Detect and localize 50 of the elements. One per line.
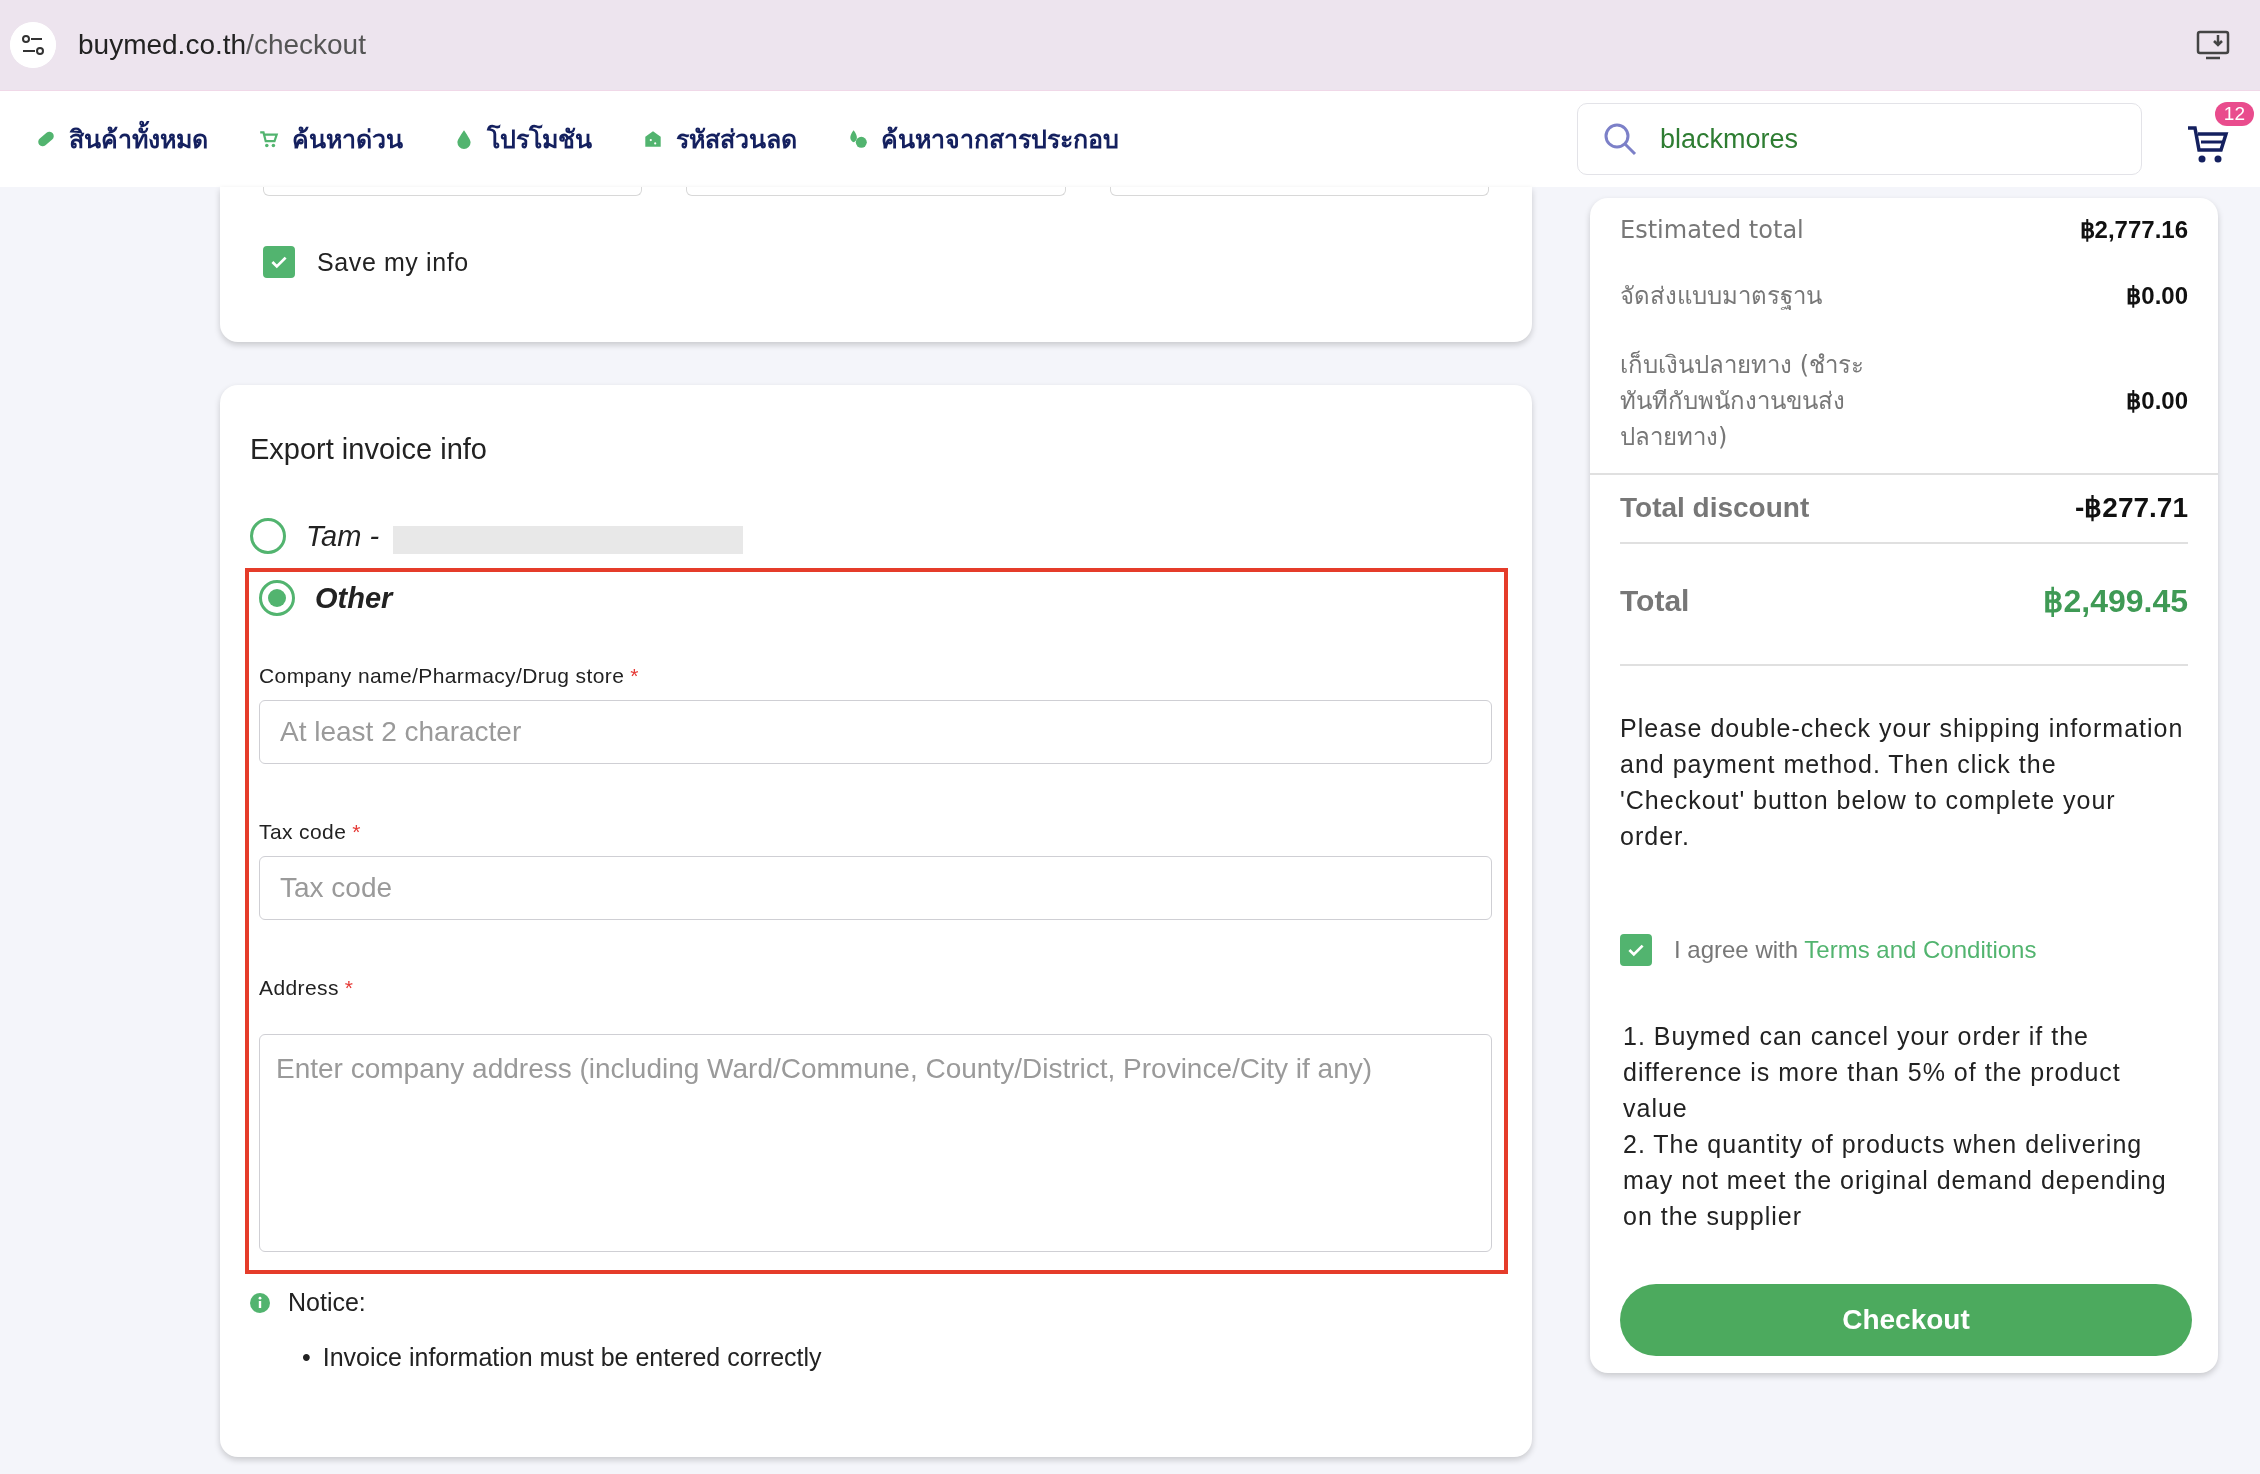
- summary-value: ฿2,777.16: [2079, 216, 2188, 244]
- summary-value: ฿0.00: [2126, 281, 2188, 310]
- summary-label: จัดส่งแบบมาตรฐาน: [1620, 281, 1822, 312]
- input-field[interactable]: At least 2 character: [259, 700, 1492, 764]
- summary-label: Total discount: [1620, 491, 1810, 524]
- summary-value: ฿0.00: [2126, 387, 2188, 415]
- checkbox-label: Save my info: [317, 247, 469, 277]
- option-label: Tam -: [306, 519, 380, 553]
- cart-count-badge: 12: [2214, 102, 2254, 126]
- section-title: Export invoice info: [250, 433, 488, 466]
- input-field[interactable]: [686, 187, 1066, 196]
- total-label: Total: [1620, 584, 1690, 618]
- required-mark: *: [352, 820, 361, 843]
- info-icon: [250, 1292, 270, 1313]
- field-label: Company name/Pharmacy/Drug store: [259, 664, 625, 687]
- required-mark: *: [344, 976, 354, 999]
- nav-link[interactable]: ค้นหาด่วน: [258, 119, 403, 159]
- input-field[interactable]: [1109, 187, 1489, 196]
- address-bar-url[interactable]: buymed.co.th/checkout: [78, 29, 366, 61]
- agree-text: I agree with Terms and Conditions: [1674, 936, 2037, 964]
- notice-item: Invoice information must be entered correctly: [322, 1343, 822, 1372]
- leaves-icon: [847, 128, 869, 150]
- nav-link[interactable]: สินค้าทั้งหมด: [35, 119, 208, 159]
- nav-link[interactable]: ค้นหาจากสารประกอบ: [847, 119, 1119, 159]
- cart-icon: [258, 128, 280, 150]
- field-label: Address: [259, 976, 339, 999]
- install-app-icon[interactable]: [2196, 29, 2232, 61]
- summary-value: -฿277.71: [2075, 491, 2188, 524]
- notice-title: Notice:: [288, 1288, 366, 1317]
- checkbox[interactable]: [263, 246, 295, 278]
- input-field[interactable]: Tax code: [259, 856, 1492, 920]
- nav-link[interactable]: โปรโมชัน: [453, 119, 592, 159]
- search-icon: [1602, 121, 1638, 157]
- nav-link[interactable]: รหัสส่วนลด: [642, 119, 797, 159]
- terms-note: 1. Buymed can cancel your order if the difference is more than 5% of the product value: [1623, 1021, 2122, 1124]
- required-mark: *: [630, 664, 639, 687]
- radio-button[interactable]: [250, 518, 286, 554]
- summary-label: เก็บเงินปลายทาง (ชำระทันทีกับพนักงานขนส่งปลายทาง): [1620, 349, 1865, 453]
- radio-button[interactable]: [259, 580, 295, 616]
- address-field[interactable]: Enter company address (including Ward/Commune, County/District, Province/City if any): [259, 1034, 1492, 1252]
- input-field[interactable]: [263, 187, 643, 196]
- total-value: ฿2,499.45: [2043, 582, 2188, 620]
- option-label: Other: [315, 581, 393, 615]
- search-field[interactable]: blackmores: [1577, 103, 2142, 175]
- bullet-mark: •: [302, 1343, 311, 1372]
- summary-label: Estimated total: [1620, 216, 1804, 244]
- field-label: Tax code: [259, 820, 347, 843]
- instruction-text: Please double-check your shipping information and payment method. Then click the 'Checkout' button below to complete your order.: [1619, 713, 2185, 852]
- terms-note: 2. The quantity of products when delivering may not meet the original demand depending on the supplier: [1623, 1129, 2168, 1232]
- checkbox[interactable]: [1620, 934, 1652, 966]
